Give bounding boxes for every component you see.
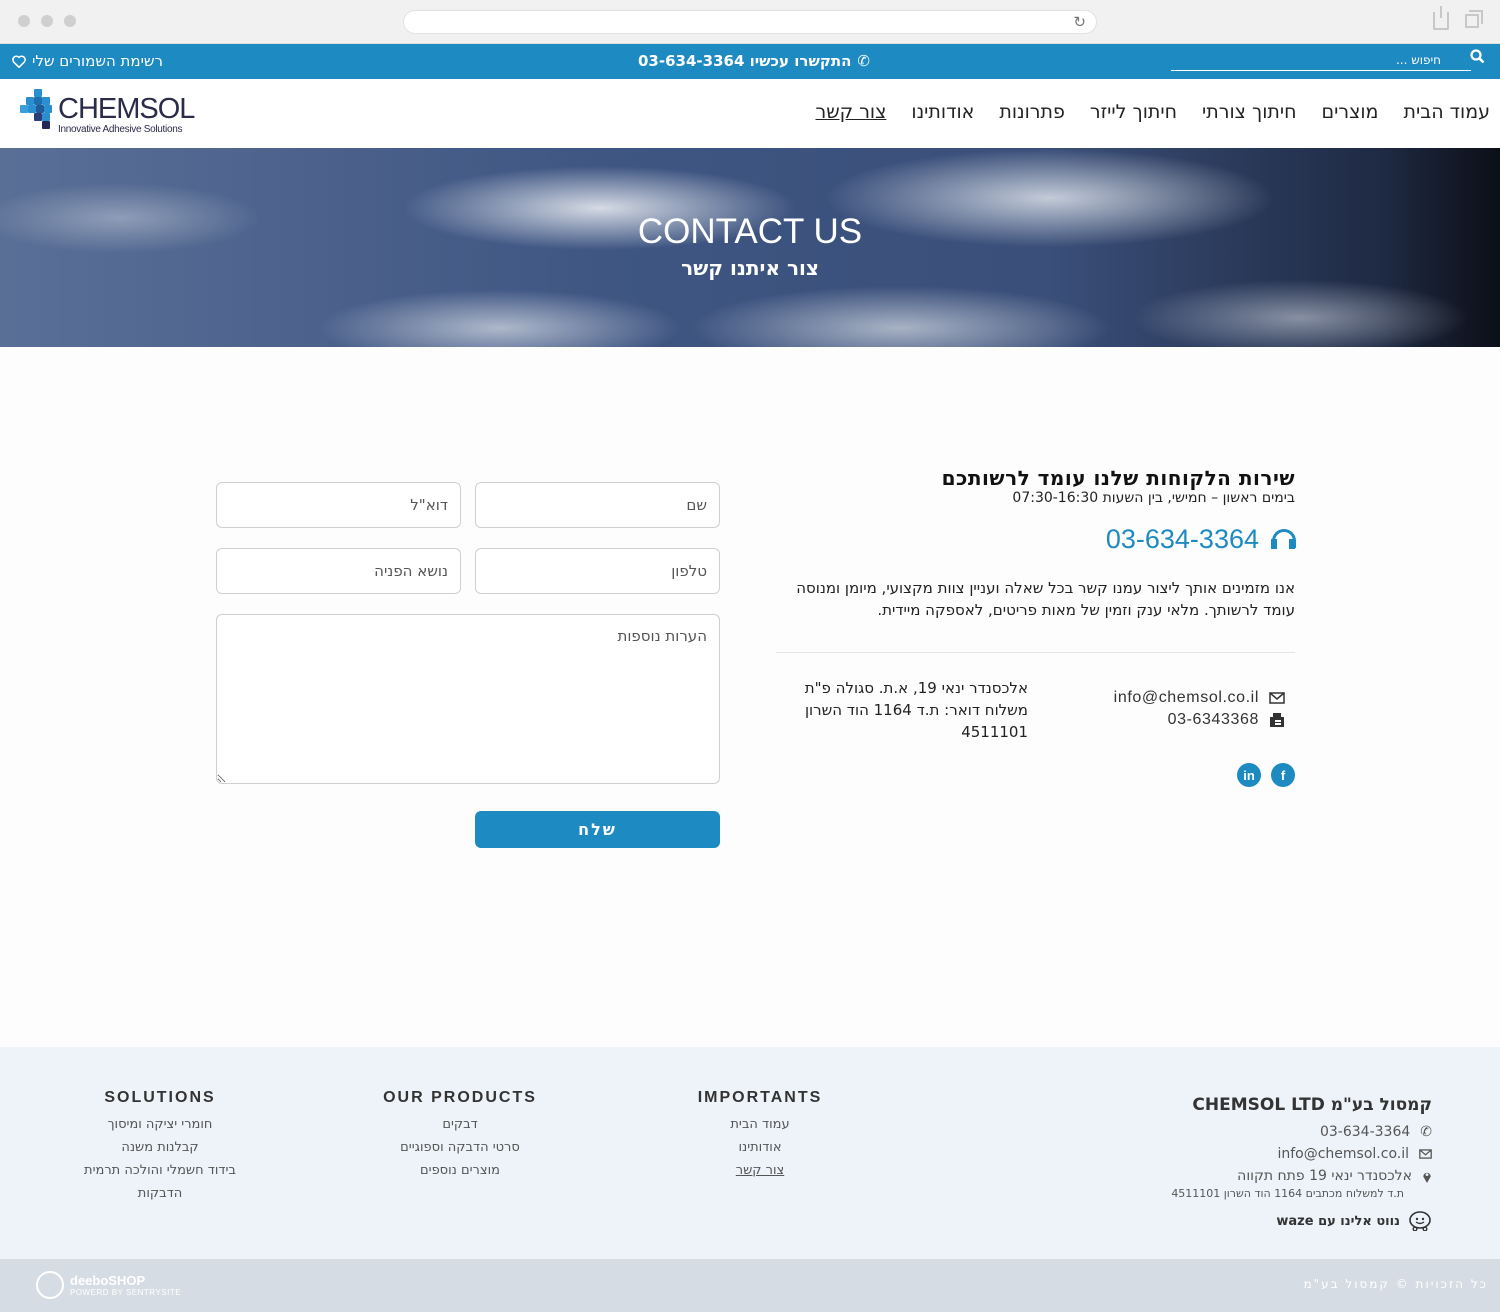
site-header: CHEMSOL Innovative Adhesive Solutions עמ… — [0, 79, 1500, 148]
footer-phone[interactable]: ✆ 03-634-3364 — [1140, 1121, 1432, 1143]
footer-importants-title: IMPORTANTS — [697, 1089, 823, 1106]
share-icon[interactable] — [1433, 6, 1449, 30]
info-heading: שירות הלקוחות שלנו עומד לרשותכם — [941, 466, 1295, 490]
hero-subtitle: צור איתנו קשר — [681, 256, 819, 280]
phone-icon: ✆ — [1420, 1124, 1432, 1140]
footer-address: אלכסנדר ינאי 19 פתח תקווה — [1140, 1165, 1432, 1187]
footer-link[interactable]: חומרי יציקה ומיסוך — [60, 1113, 260, 1136]
info-description: אנו מזמינים אותך ליצור עמנו קשר בכל שאלה… — [796, 579, 1295, 619]
deeboshop-logo-icon — [36, 1271, 64, 1299]
footer-company-title: קמסול בע"מ CHEMSOL LTD — [1192, 1095, 1432, 1115]
footer-email[interactable]: info@chemsol.co.il — [1140, 1143, 1432, 1165]
send-button[interactable]: שלח — [475, 811, 720, 848]
wishlist-link[interactable]: רשימת השמורים שלי — [12, 52, 163, 70]
email-address: info@chemsol.co.il — [1113, 689, 1259, 706]
map-pin-icon — [1423, 1172, 1431, 1183]
main-phone[interactable]: 03-634-3364 — [776, 524, 1296, 555]
search-input[interactable] — [1171, 50, 1441, 70]
footer-link[interactable]: עמוד הבית — [660, 1113, 860, 1136]
footer-address-text: אלכסנדר ינאי 19 פתח תקווה — [1237, 1168, 1412, 1184]
contact-details: info@chemsol.co.il 03-6343368 אלכסנדר ינ… — [776, 653, 1295, 787]
deeboshop-credit[interactable]: deeboSHOP POWERD BY SENTRYSITE — [36, 1271, 181, 1299]
call-now-link[interactable]: ✆ התקשרו עכשיו 03-634-3364 — [638, 52, 870, 70]
deeboshop-name: deeboSHOP — [70, 1273, 146, 1288]
footer-phone-number: 03-634-3364 — [1319, 1124, 1411, 1140]
logo-wordmark: CHEMSOL — [58, 93, 195, 125]
close-window-dot[interactable] — [18, 15, 30, 27]
maximize-window-dot[interactable] — [64, 15, 76, 27]
nav-about[interactable]: אודותינו — [911, 101, 974, 123]
phone-field[interactable] — [475, 548, 720, 594]
wishlist-label: רשימת השמורים שלי — [32, 52, 164, 70]
footer-po-box: ת.ד למשלוח מכתבים 1164 הוד השרון 4511101 — [1171, 1187, 1404, 1200]
email-field[interactable] — [216, 482, 461, 528]
waze-label: נווט אלינו עם waze — [1276, 1213, 1400, 1229]
footer-products-title: OUR PRODUCTS — [383, 1089, 537, 1106]
site-footer: SOLUTIONS חומרי יציקה ומיסוך קבלנות משנה… — [0, 1047, 1500, 1259]
bottom-bar: כל הזכויות © קמסול בע"מ deeboSHOP POWERD… — [0, 1259, 1500, 1312]
call-now-label: התקשרו עכשיו 03-634-3364 — [638, 52, 852, 70]
nav-laser-cutting[interactable]: חיתוך לייזר — [1090, 101, 1177, 123]
window-controls — [18, 15, 76, 27]
footer-importants: IMPORTANTS עמוד הבית אודותינו צור קשר — [660, 1089, 860, 1182]
facebook-icon[interactable]: f — [1271, 763, 1295, 787]
heart-icon — [12, 54, 26, 68]
footer-products: OUR PRODUCTS דבקים סרטי הדבקה וספוגיים מ… — [360, 1089, 560, 1182]
nav-die-cutting[interactable]: חיתוך צורתי — [1202, 101, 1296, 123]
fax-line: 03-6343368 — [1114, 711, 1285, 729]
main-phone-number: 03-634-3364 — [1105, 524, 1259, 554]
contact-info: שירות הלקוחות שלנו עומד לרשותכם בימים רא… — [776, 466, 1296, 787]
top-bar: רשימת השמורים שלי ✆ התקשרו עכשיו 03-634-… — [0, 44, 1500, 79]
footer-link[interactable]: דבקים — [360, 1113, 560, 1136]
waze-link[interactable]: נווט אלינו עם waze — [1140, 1211, 1432, 1231]
hero-title: CONTACT US — [637, 212, 863, 251]
browser-chrome: ↻ — [0, 0, 1500, 44]
footer-link[interactable]: צור קשר — [660, 1159, 860, 1182]
fax-icon — [1270, 712, 1284, 727]
footer-solutions-title: SOLUTIONS — [104, 1089, 216, 1106]
headset-icon — [1271, 528, 1296, 551]
footer-link[interactable]: בידוד חשמלי והולכה תרמית — [60, 1159, 260, 1182]
fax-number: 03-6343368 — [1167, 711, 1259, 728]
contact-lines: info@chemsol.co.il 03-6343368 — [1114, 689, 1285, 729]
name-field[interactable] — [475, 482, 720, 528]
social-links: f in — [1237, 763, 1295, 787]
email-line[interactable]: info@chemsol.co.il — [1114, 689, 1285, 707]
main-nav: עמוד הבית מוצרים חיתוך צורתי חיתוך לייזר… — [816, 101, 1491, 123]
search-icon[interactable] — [1470, 49, 1485, 64]
nav-contact[interactable]: צור קשר — [816, 101, 887, 123]
logo-tagline: Innovative Adhesive Solutions — [58, 124, 183, 135]
nav-home[interactable]: עמוד הבית — [1403, 101, 1490, 123]
footer-link[interactable]: קבלנות משנה — [60, 1136, 260, 1159]
nav-products[interactable]: מוצרים — [1322, 101, 1379, 123]
postal-address: אלכסנדר ינאי 19, א.ת. סגולה פ"ת משלוח דו… — [804, 679, 1028, 741]
logo-mark — [20, 89, 56, 129]
footer-company: קמסול בע"מ CHEMSOL LTD ✆ 03-634-3364 inf… — [1140, 1095, 1432, 1231]
business-hours: בימים ראשון – חמישי, בין השעות 07:30-16:… — [1012, 490, 1295, 506]
footer-link[interactable]: אודותינו — [660, 1136, 860, 1159]
chemsol-logo[interactable]: CHEMSOL Innovative Adhesive Solutions — [20, 89, 195, 135]
tabs-icon[interactable] — [1465, 10, 1483, 28]
deeboshop-text: deeboSHOP POWERD BY SENTRYSITE — [70, 1273, 181, 1297]
envelope-icon — [1269, 692, 1285, 704]
copyright: כל הזכויות © קמסול בע"מ — [1303, 1277, 1488, 1291]
linkedin-icon[interactable]: in — [1237, 763, 1261, 787]
envelope-icon — [1419, 1149, 1432, 1159]
phone-icon: ✆ — [857, 52, 870, 70]
footer-link[interactable]: מוצרים נוספים — [360, 1159, 560, 1182]
footer-solutions: SOLUTIONS חומרי יציקה ומיסוך קבלנות משנה… — [60, 1089, 260, 1205]
footer-email-address: info@chemsol.co.il — [1277, 1146, 1409, 1162]
footer-link[interactable]: סרטי הדבקה וספוגיים — [360, 1136, 560, 1159]
hero-banner: CONTACT US צור איתנו קשר — [0, 148, 1500, 347]
search-box — [1171, 49, 1485, 71]
minimize-window-dot[interactable] — [41, 15, 53, 27]
deeboshop-sub: POWERD BY SENTRYSITE — [70, 1288, 182, 1297]
subject-field[interactable] — [216, 548, 461, 594]
nav-solutions[interactable]: פתרונות — [999, 101, 1065, 123]
address-bar[interactable]: ↻ — [403, 10, 1097, 34]
notes-field[interactable] — [216, 614, 720, 784]
waze-icon — [1409, 1211, 1431, 1231]
footer-link[interactable]: הדבקות — [60, 1182, 260, 1205]
reload-icon[interactable]: ↻ — [1073, 13, 1086, 31]
